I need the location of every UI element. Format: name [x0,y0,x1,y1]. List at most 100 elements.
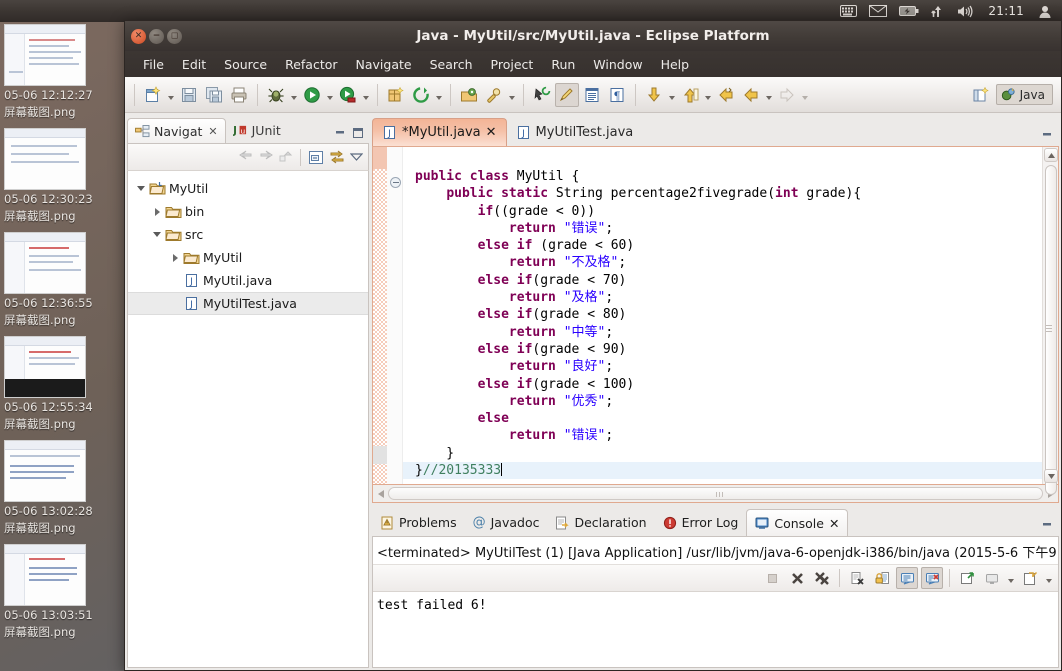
scrollbar-thumb[interactable] [1045,165,1057,495]
code-line[interactable]: public static String percentage2fivegrad… [415,185,1042,202]
open-console-icon[interactable] [1019,567,1041,589]
code-line[interactable]: return "错误"; [415,427,1042,444]
code-line[interactable]: } [415,445,1042,462]
tree-item-myutiltest-java[interactable]: J MyUtilTest.java [128,292,368,315]
console-output[interactable]: test failed 6! [373,592,1058,667]
coverage-icon[interactable] [336,83,360,107]
next-annotation-icon[interactable] [642,83,666,107]
tree-item-bin[interactable]: bin [128,200,368,223]
clear-console-icon[interactable] [846,567,868,589]
chevron-down-icon[interactable] [134,186,148,191]
close-icon[interactable]: ✕ [486,125,497,140]
tab-problems[interactable]: Problems [372,509,465,536]
mail-icon[interactable] [863,0,893,22]
close-icon[interactable]: ✕ [131,28,146,44]
back-dropdown-icon[interactable] [764,83,774,107]
show-whitespace-icon[interactable] [580,83,604,107]
code-line[interactable]: return "良好"; [415,358,1042,375]
print-icon[interactable] [227,83,251,107]
code-line[interactable]: else if(grade < 100) [415,376,1042,393]
tab-navigator[interactable]: Navigat ✕ [127,118,226,143]
view-menu-icon[interactable] [349,149,363,166]
tab-console[interactable]: Console ✕ [746,509,849,536]
menu-help[interactable]: Help [653,54,698,75]
last-edit-location-icon[interactable] [530,83,554,107]
run-icon[interactable] [300,83,324,107]
tab-junit[interactable]: Ju JUnit [226,118,288,143]
volume-icon[interactable] [951,0,980,22]
desktop-file[interactable]: 05-06 13:03:51 屏幕截图.png [4,544,122,640]
code-line[interactable]: if((grade < 0)) [415,203,1042,220]
display-console-dropdown-icon[interactable] [1006,566,1016,590]
show-console-icon[interactable] [896,567,918,589]
previous-annotation-icon[interactable] [678,83,702,107]
menu-refactor[interactable]: Refactor [277,54,345,75]
open-perspective-icon[interactable] [969,83,993,107]
chevron-down-icon[interactable] [150,232,164,237]
open-type-icon[interactable] [457,83,481,107]
code-editor[interactable]: public class MyUtil { public static Stri… [372,146,1059,495]
maximize-icon[interactable] [351,126,364,139]
navigator-tree[interactable]: MyUtil bin src MyUtil J MyUtil.java J My… [127,171,369,668]
menu-search[interactable]: Search [422,54,481,75]
scroll-down-icon[interactable] [1044,469,1058,483]
tab-error-log[interactable]: Error Log [655,509,747,536]
pilcrow-icon[interactable]: ¶ [605,83,629,107]
forward-icon[interactable] [257,149,274,166]
tree-item-project[interactable]: MyUtil [128,177,368,200]
previous-annotation-dropdown-icon[interactable] [703,83,713,107]
show-console-on-error-icon[interactable] [921,567,943,589]
remove-all-launches-icon[interactable] [811,567,833,589]
link-with-editor-icon[interactable] [327,149,346,166]
menu-project[interactable]: Project [483,54,542,75]
tab-javadoc[interactable]: @ Javadoc [465,509,548,536]
coverage-dropdown-icon[interactable] [361,83,371,107]
terminate-icon[interactable] [761,567,783,589]
editor-tab-myutiltest[interactable]: J MyUtilTest.java [507,118,643,146]
back-icon[interactable] [714,83,738,107]
close-icon[interactable]: ✕ [208,125,217,138]
forward-icon[interactable] [739,83,763,107]
code-line[interactable]: return "优秀"; [415,393,1042,410]
code-line[interactable]: return "错误"; [415,220,1042,237]
collapse-all-icon[interactable] [307,149,324,166]
back-icon[interactable] [237,149,254,166]
run-dropdown-icon[interactable] [325,83,335,107]
menu-edit[interactable]: Edit [174,54,214,75]
desktop-file[interactable]: 05-06 13:02:28 屏幕截图.png [4,440,122,536]
code-line[interactable]: else if (grade < 60) [415,237,1042,254]
next-annotation-dropdown-icon[interactable] [667,83,677,107]
menu-source[interactable]: Source [216,54,275,75]
forward-dim-dropdown-icon[interactable] [800,83,810,107]
editor-vertical-scrollbar[interactable] [1042,147,1058,495]
external-tools-icon[interactable] [409,83,433,107]
keyboard-icon[interactable] [834,0,863,22]
code-line[interactable]: public class MyUtil { [415,168,1042,185]
search-dropdown-icon[interactable] [507,83,517,107]
collapse-method-icon[interactable] [390,177,401,188]
tree-item-package[interactable]: MyUtil [128,246,368,269]
code-line[interactable]: }//20135333 [403,462,1042,480]
close-icon[interactable]: ✕ [829,516,839,531]
menu-file[interactable]: File [135,54,172,75]
minimize-icon[interactable]: − [149,28,164,44]
chevron-right-icon[interactable] [168,253,182,262]
code-line[interactable]: else if(grade < 70) [415,272,1042,289]
external-tools-dropdown-icon[interactable] [434,83,444,107]
menu-run[interactable]: Run [543,54,583,75]
code-line[interactable]: else [415,410,1042,427]
editor-horizontal-scrollbar[interactable] [372,485,1059,503]
up-icon[interactable] [277,149,294,166]
network-icon[interactable] [925,0,951,22]
desktop-file[interactable]: 05-06 12:36:55 屏幕截图.png [4,232,122,328]
user-icon[interactable] [1032,0,1058,22]
tree-item-src[interactable]: src [128,223,368,246]
tree-item-myutil-java[interactable]: J MyUtil.java [128,269,368,292]
code-line[interactable]: else if(grade < 80) [415,306,1042,323]
scroll-up-icon[interactable] [1044,148,1058,162]
maximize-icon[interactable]: ◻ [167,28,182,44]
remove-launch-icon[interactable] [786,567,808,589]
code-line[interactable]: return "中等"; [415,324,1042,341]
tab-declaration[interactable]: Declaration [547,509,654,536]
open-console-dropdown-icon[interactable] [1044,566,1054,590]
